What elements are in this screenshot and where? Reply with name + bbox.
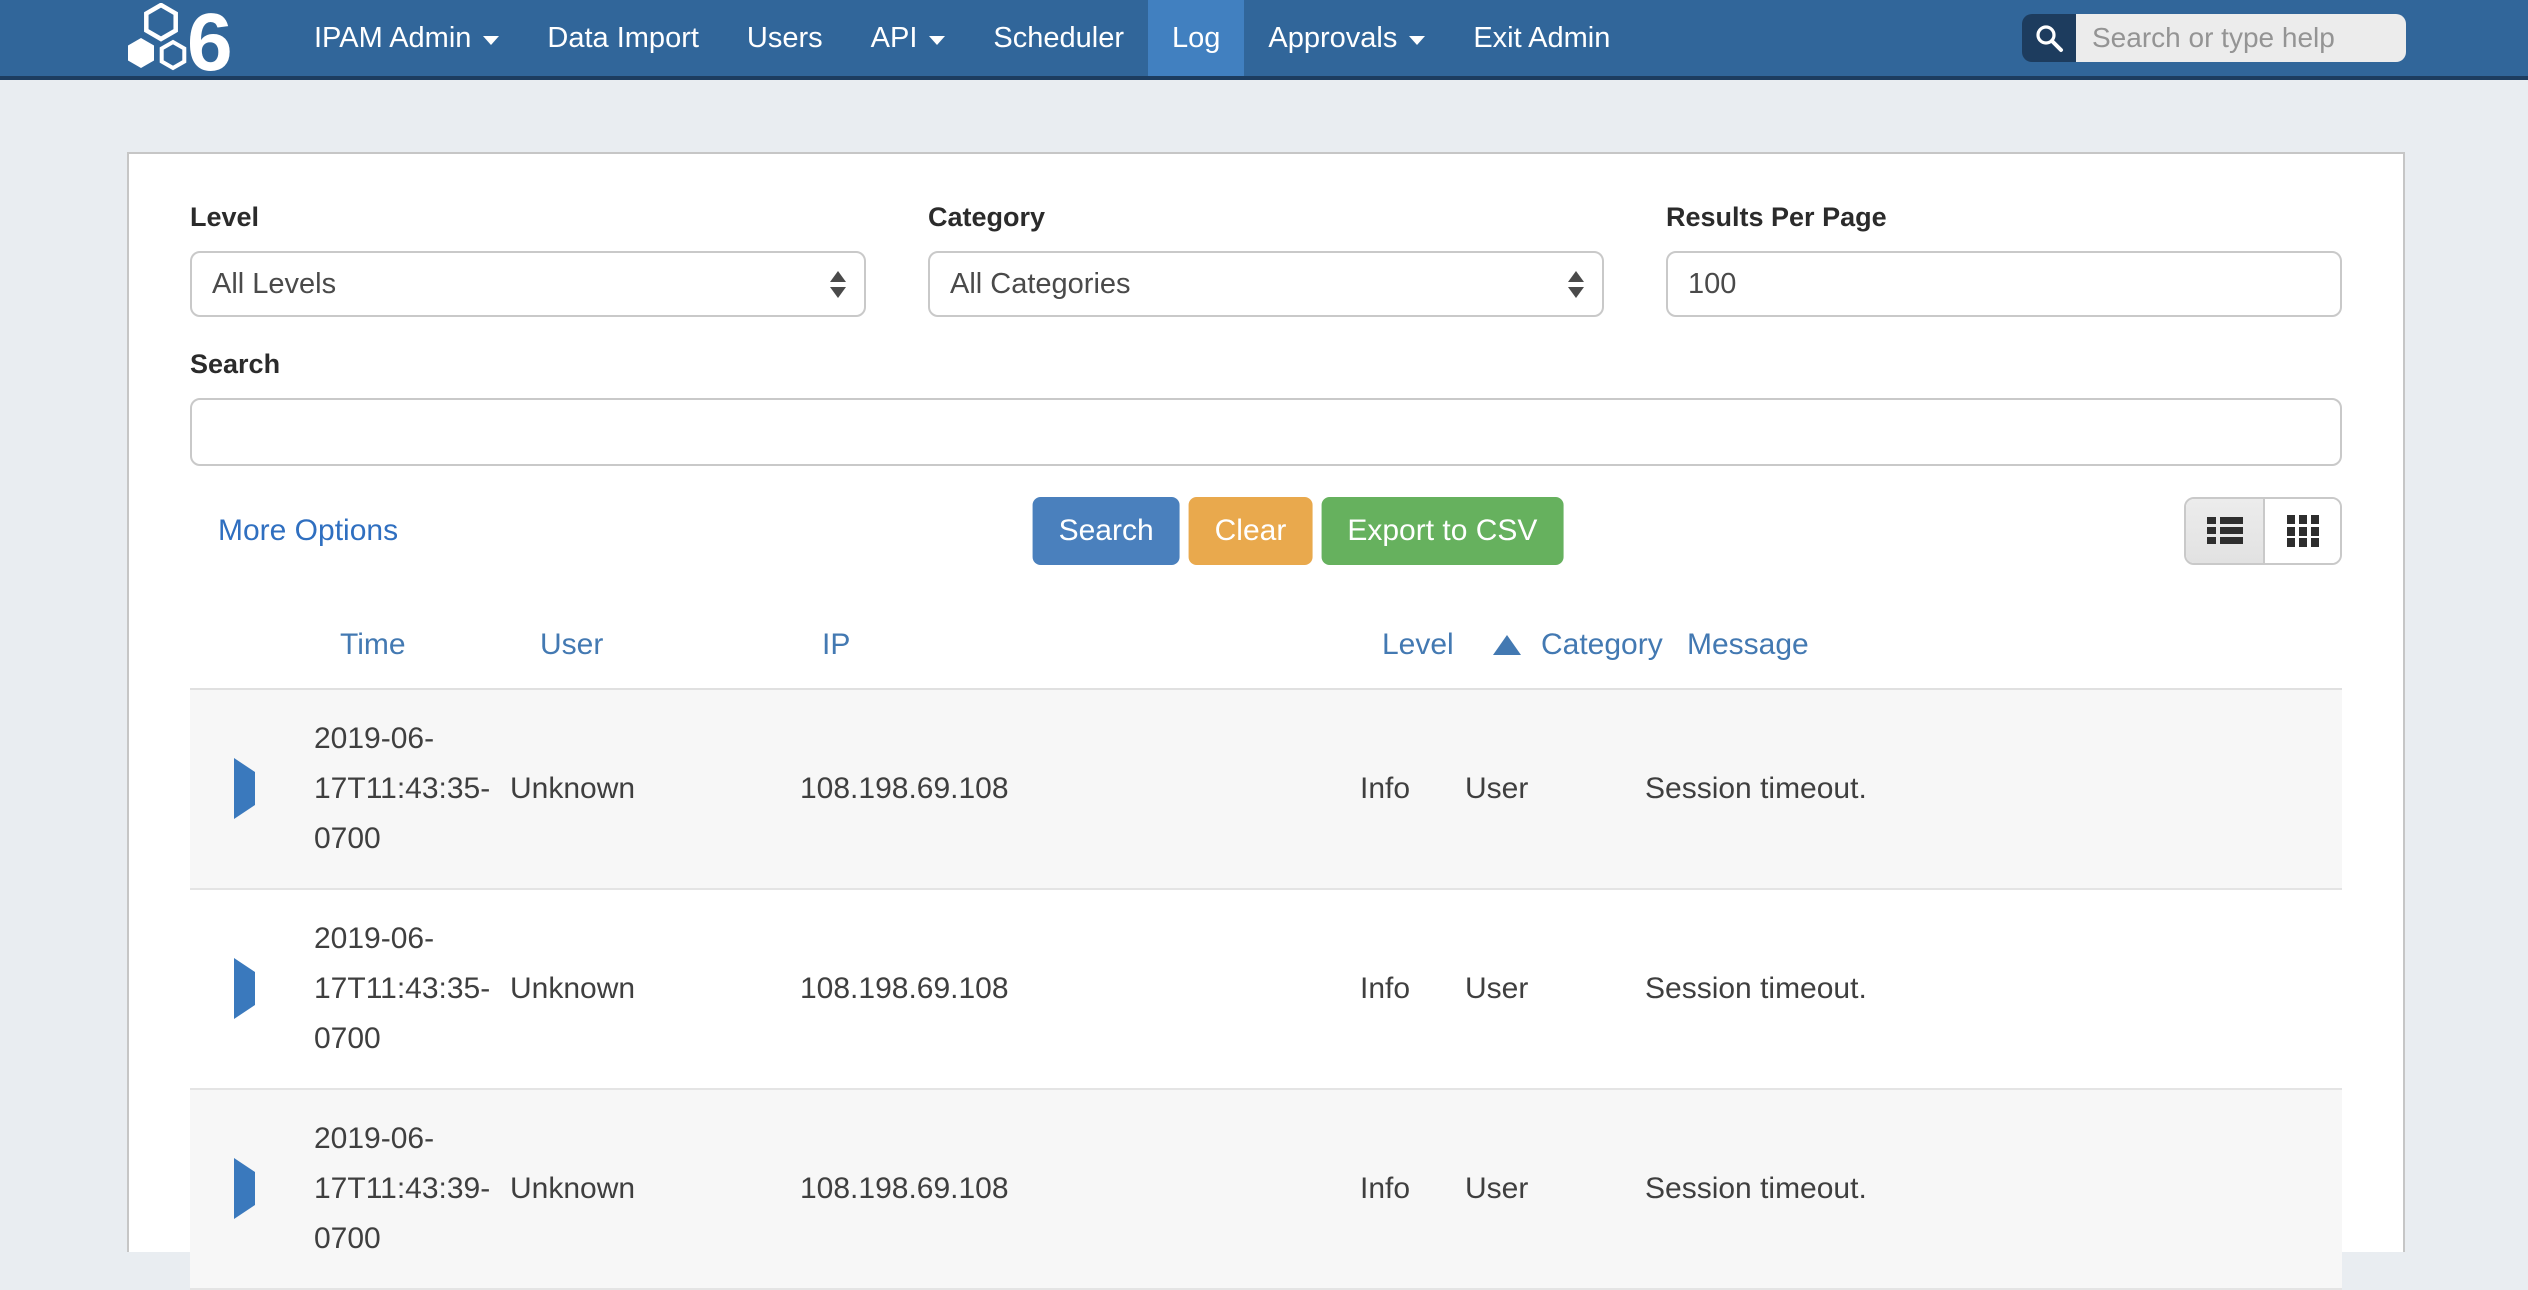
level-select-value: All Levels	[212, 268, 336, 301]
level-filter: Level All Levels	[190, 202, 866, 317]
select-arrows-icon	[830, 271, 846, 298]
global-search	[2022, 0, 2406, 76]
select-arrows-icon	[1568, 271, 1584, 298]
cell-ip: 108.198.69.108	[800, 772, 1360, 806]
category-select-value: All Categories	[950, 268, 1131, 301]
nav-menu-item[interactable]: Approvals	[1244, 0, 1449, 76]
search-icon	[2034, 23, 2064, 53]
log-table-header: Time User IP Level Category Message	[190, 594, 2342, 690]
chevron-down-icon	[929, 36, 945, 45]
log-table-row[interactable]: 2019-06-17T11:43:35-0700 Unknown 108.198…	[190, 890, 2342, 1090]
grid-view-icon	[2287, 515, 2319, 547]
top-navbar: 6 IPAM Admin Data Import Users API	[0, 0, 2528, 80]
clear-button[interactable]: Clear	[1189, 497, 1313, 565]
level-select[interactable]: All Levels	[190, 251, 866, 317]
nav-menu-item[interactable]: Log	[1148, 0, 1244, 76]
cell-ip: 108.198.69.108	[800, 1172, 1360, 1206]
app-logo[interactable]: 6	[125, 0, 260, 76]
cell-time: 2019-06-17T11:43:35-0700	[310, 690, 510, 888]
expand-caret-icon	[234, 1158, 255, 1219]
cell-category: User	[1465, 772, 1645, 806]
log-table-row[interactable]: 2019-06-17T11:43:39-0700 Unknown 108.198…	[190, 1090, 2342, 1290]
sort-ascending-icon	[1493, 635, 1521, 655]
expand-caret-icon	[234, 958, 255, 1019]
header-expand-spacer	[190, 628, 310, 662]
cell-time: 2019-06-17T11:43:39-0700	[310, 1090, 510, 1288]
expand-row-control[interactable]	[190, 772, 310, 806]
expand-row-control[interactable]	[190, 972, 310, 1006]
cell-ip: 108.198.69.108	[800, 972, 1360, 1006]
list-view-button[interactable]	[2186, 499, 2263, 563]
more-options-link[interactable]: More Options	[218, 514, 398, 548]
hexagons-logo-icon: 6	[125, 3, 260, 73]
search-filter: Search	[190, 349, 2342, 466]
cell-user: Unknown	[510, 972, 800, 1006]
search-label: Search	[190, 349, 2342, 380]
column-header-time[interactable]: Time	[310, 628, 510, 662]
cell-message: Session timeout.	[1645, 772, 2342, 806]
cell-category: User	[1465, 1172, 1645, 1206]
per-page-input[interactable]	[1666, 251, 2342, 317]
cell-level: Info	[1360, 1172, 1465, 1206]
cell-user: Unknown	[510, 772, 800, 806]
grid-view-button[interactable]	[2263, 499, 2340, 563]
list-view-icon	[2207, 516, 2243, 546]
search-button[interactable]: Search	[1033, 497, 1180, 565]
column-header-message[interactable]: Message	[1645, 628, 2342, 662]
global-search-button[interactable]	[2022, 14, 2076, 62]
cell-time: 2019-06-17T11:43:35-0700	[310, 890, 510, 1088]
cell-level: Info	[1360, 772, 1465, 806]
view-toggle	[2184, 497, 2342, 565]
chevron-down-icon	[483, 36, 499, 45]
log-table: Time User IP Level Category Message 2019…	[190, 594, 2342, 1290]
per-page-label: Results Per Page	[1666, 202, 2342, 233]
category-select[interactable]: All Categories	[928, 251, 1604, 317]
log-panel: Level All Levels Category All Categories…	[127, 152, 2405, 1252]
global-search-input[interactable]	[2076, 14, 2406, 62]
column-header-ip[interactable]: IP	[800, 628, 1360, 662]
nav-menu: IPAM Admin Data Import Users API Schedul…	[290, 0, 1634, 76]
column-header-category[interactable]: Category	[1465, 628, 1645, 662]
search-filter-input[interactable]	[190, 398, 2342, 466]
nav-menu-item[interactable]: IPAM Admin	[290, 0, 523, 76]
category-filter: Category All Categories	[928, 202, 1604, 317]
expand-caret-icon	[234, 758, 255, 819]
nav-menu-item[interactable]: Scheduler	[969, 0, 1148, 76]
cell-category: User	[1465, 972, 1645, 1006]
column-header-user[interactable]: User	[510, 628, 800, 662]
cell-user: Unknown	[510, 1172, 800, 1206]
level-label: Level	[190, 202, 866, 233]
nav-menu-item[interactable]: Users	[723, 0, 847, 76]
per-page-filter: Results Per Page	[1666, 202, 2342, 317]
category-label: Category	[928, 202, 1604, 233]
log-rows: 2019-06-17T11:43:35-0700 Unknown 108.198…	[190, 690, 2342, 1290]
nav-menu-item[interactable]: API	[847, 0, 970, 76]
cell-message: Session timeout.	[1645, 1172, 2342, 1206]
expand-row-control[interactable]	[190, 1172, 310, 1206]
svg-text:6: 6	[187, 3, 233, 73]
cell-level: Info	[1360, 972, 1465, 1006]
nav-menu-item[interactable]: Exit Admin	[1449, 0, 1634, 76]
action-buttons: Search Clear Export to CSV	[1033, 497, 1564, 565]
nav-menu-item[interactable]: Data Import	[523, 0, 723, 76]
cell-message: Session timeout.	[1645, 972, 2342, 1006]
chevron-down-icon	[1409, 36, 1425, 45]
log-table-row[interactable]: 2019-06-17T11:43:35-0700 Unknown 108.198…	[190, 690, 2342, 890]
export-csv-button[interactable]: Export to CSV	[1321, 497, 1563, 565]
column-header-level[interactable]: Level	[1360, 628, 1465, 662]
